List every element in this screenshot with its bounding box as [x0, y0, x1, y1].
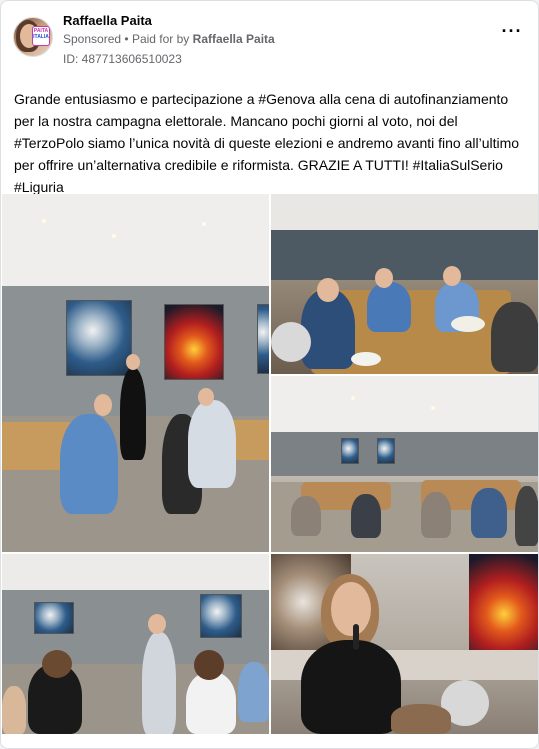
foreground-head [271, 322, 311, 362]
badge-line-2: ITALIA [33, 34, 49, 40]
diner-white [186, 672, 236, 734]
post-text: Grande entusiasmo e partecipazione a #Ge… [14, 88, 529, 198]
ceiling [2, 554, 269, 590]
ceiling-light [42, 219, 46, 223]
plate [351, 352, 381, 366]
abstract-painting [377, 438, 395, 464]
diner-left [2, 686, 26, 734]
post-text-line: #TerzoPolo siamo l’unica novità di quest… [14, 135, 520, 151]
sponsored-post-card: PAITA ITALIA Raffaella Paita Sponsored • … [0, 0, 539, 749]
ceiling-light [431, 406, 435, 410]
abstract-painting-blue [34, 602, 74, 634]
man-white-shirt [188, 400, 236, 488]
man-blue-shirt [60, 414, 118, 514]
ceiling-light [112, 234, 116, 238]
ceiling-light [202, 222, 206, 226]
sponsored-meta: Sponsored • Paid for by Raffaella Paita [63, 32, 275, 46]
photo-grid [2, 194, 538, 734]
abstract-painting-red [469, 554, 538, 654]
post-text-line: per offrire un’alternativa credibile e r… [14, 157, 503, 173]
photo-speaker-closeup[interactable] [271, 554, 538, 734]
photo-speaker-room[interactable] [2, 554, 269, 734]
woman-face [331, 582, 371, 636]
meta-separator: • [124, 32, 129, 46]
head [443, 266, 461, 286]
head [317, 278, 339, 302]
head [375, 268, 393, 288]
photo-dinner-room-wide[interactable] [2, 194, 269, 552]
audience-head [391, 704, 451, 734]
microphone [353, 624, 359, 650]
ad-id: ID: 487713606510023 [63, 52, 182, 66]
post-text-line: Grande entusiasmo e partecipazione a #Ge… [14, 91, 509, 107]
ceiling [2, 194, 269, 286]
post-text-line: per la nostra campagna elettorale. Manca… [14, 113, 458, 129]
abstract-painting [341, 438, 359, 464]
ceiling-light [351, 396, 355, 400]
diner [515, 486, 538, 546]
more-options-icon[interactable]: ··· [500, 22, 524, 41]
woman-speaker [120, 368, 146, 460]
post-header: PAITA ITALIA Raffaella Paita Sponsored • … [13, 13, 526, 67]
woman-black-blouse [301, 640, 401, 734]
abstract-painting [200, 594, 242, 638]
head [148, 614, 166, 634]
wall [271, 230, 538, 280]
chair [421, 492, 451, 538]
paid-for-by-name: Raffaella Paita [192, 32, 275, 46]
head [198, 388, 214, 406]
photo-diners-table[interactable] [271, 194, 538, 374]
abstract-painting-blue [66, 300, 132, 376]
head [94, 394, 112, 416]
chair [291, 496, 321, 536]
abstract-painting-red [164, 304, 224, 380]
author-name[interactable]: Raffaella Paita [63, 13, 152, 28]
head [42, 650, 72, 678]
abstract-painting-edge [257, 304, 269, 374]
diner [351, 494, 381, 538]
head [126, 354, 140, 370]
diner-blue-shirt [367, 282, 411, 332]
plate [451, 316, 485, 332]
diner-right [491, 302, 538, 372]
diner [471, 488, 507, 538]
sponsored-label: Sponsored [63, 32, 122, 46]
man-speaker [142, 632, 176, 734]
ceiling [271, 194, 538, 234]
party-logo-badge: PAITA ITALIA [32, 26, 50, 46]
paid-for-prefix: Paid for by [131, 32, 190, 46]
photo-room-overview[interactable] [271, 376, 538, 552]
author-avatar[interactable]: PAITA ITALIA [13, 17, 53, 57]
diner-blue [238, 662, 269, 722]
head [194, 650, 224, 680]
wall [271, 432, 538, 476]
